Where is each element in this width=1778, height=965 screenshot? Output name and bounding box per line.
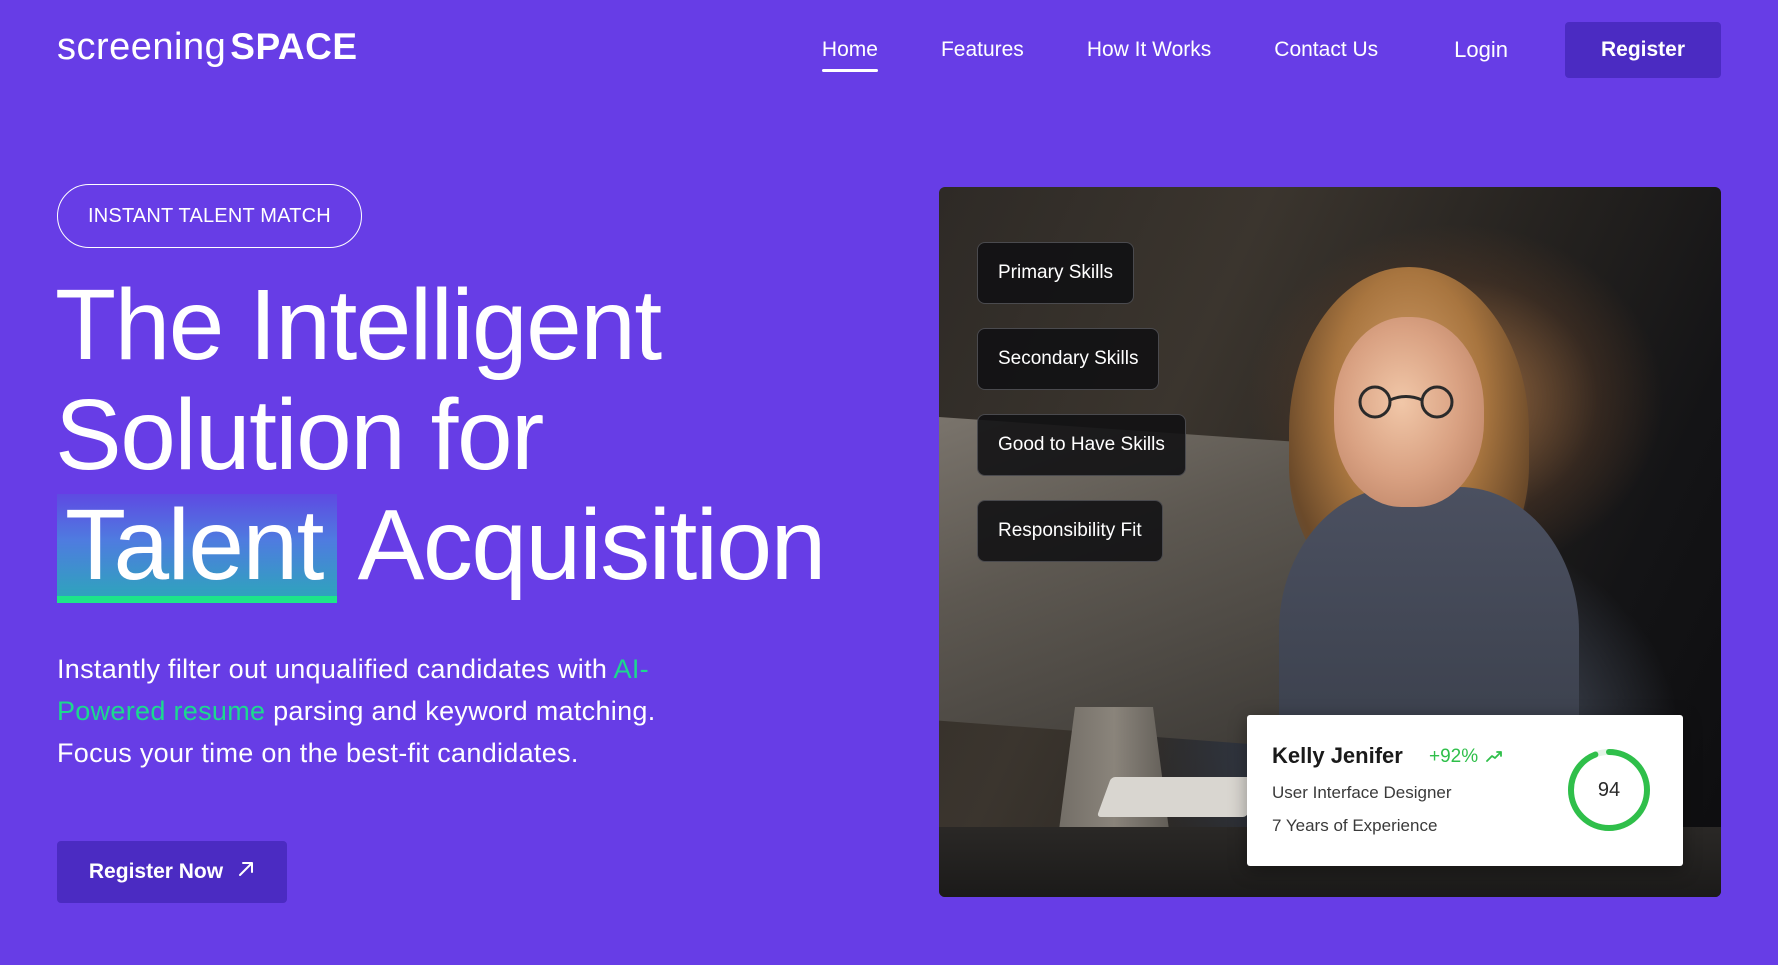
brand-logo[interactable]: screening SPACE	[57, 26, 358, 69]
candidate-delta: +92%	[1429, 746, 1503, 768]
candidate-card: Kelly Jenifer +92% User Interface Design…	[1247, 715, 1683, 866]
headline-highlight: Talent	[57, 494, 337, 603]
register-button[interactable]: Register	[1565, 22, 1721, 78]
brand-logo-light: screening	[57, 26, 227, 68]
nav-features[interactable]: Features	[941, 22, 1024, 78]
photo-keyboard	[1096, 777, 1262, 817]
hero-photo: Primary Skills Secondary Skills Good to …	[939, 187, 1721, 897]
skill-chip-responsibility: Responsibility Fit	[977, 500, 1163, 562]
nav-home[interactable]: Home	[821, 22, 878, 78]
register-now-label: Register Now	[88, 860, 224, 883]
register-now-button[interactable]: Register Now	[57, 841, 287, 903]
hero-description: Instantly filter out unqualified candida…	[57, 648, 697, 774]
login-link[interactable]: Login	[1454, 37, 1508, 63]
skill-chip-secondary: Secondary Skills	[977, 328, 1160, 390]
candidate-experience: 7 Years of Experience	[1272, 816, 1438, 835]
candidate-delta-value: +92%	[1429, 746, 1479, 767]
candidate-score: 94	[1597, 778, 1621, 801]
headline-rest: Acquisition	[357, 489, 827, 601]
headline-line-3: Talent Acquisition	[55, 489, 827, 603]
candidate-name: Kelly Jenifer	[1272, 743, 1403, 768]
hero-badge: INSTANT TALENT MATCH	[57, 184, 362, 248]
skill-chip-primary: Primary Skills	[977, 242, 1135, 304]
headline-line-2: Solution for	[55, 379, 544, 491]
desc-before: Instantly filter out unqualified candida…	[57, 654, 614, 684]
brand-logo-bold: SPACE	[230, 26, 358, 67]
arrow-up-right-icon	[237, 860, 255, 884]
photo-glasses	[1358, 385, 1454, 419]
skill-chip-good-to-have: Good to Have Skills	[977, 414, 1186, 476]
hero-headline: The Intelligent Solution for Talent Acqu…	[55, 269, 827, 603]
top-nav: Home Features How It Works Contact Us Lo…	[821, 22, 1721, 78]
candidate-role: User Interface Designer	[1272, 783, 1452, 802]
nav-how-it-works[interactable]: How It Works	[1087, 22, 1211, 78]
trending-up-icon	[1486, 746, 1503, 768]
headline-line-1: The Intelligent	[55, 269, 662, 381]
nav-contact-us[interactable]: Contact Us	[1274, 22, 1378, 78]
